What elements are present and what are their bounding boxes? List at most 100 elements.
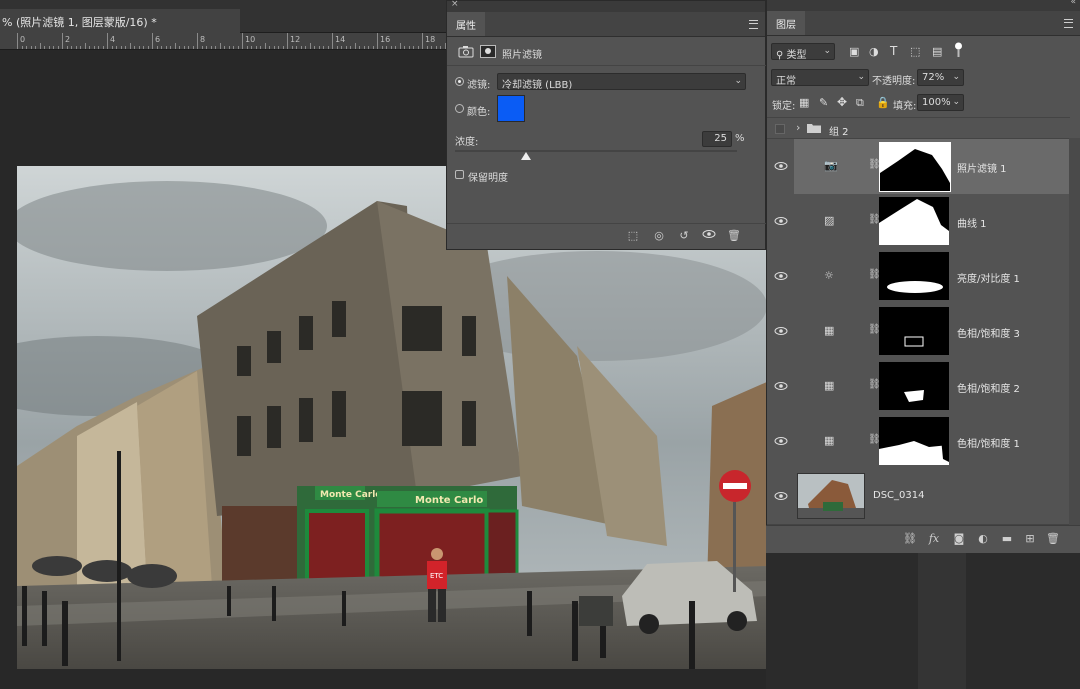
layer-row[interactable]: ☼ ⛓ 亮度/对比度 1 [767, 249, 1070, 305]
visibility-eye-icon[interactable] [774, 326, 788, 336]
ruler-tick [426, 46, 428, 49]
link-layers-icon[interactable]: ⛓ [903, 532, 917, 546]
lock-paint-icon[interactable]: ✎ [819, 96, 828, 109]
layer-mask-thumbnail[interactable] [879, 252, 949, 300]
filter-shape-icon[interactable]: ⬚ [910, 45, 920, 58]
ruler-tick [89, 46, 90, 49]
group-row[interactable]: › 组 2 [767, 117, 1070, 139]
visibility-eye-icon[interactable] [774, 491, 788, 501]
opacity-input[interactable]: 72% ⌄ [917, 69, 964, 86]
layer-kind-filter[interactable]: ⚲ 类型 ⌄ [771, 43, 835, 61]
visibility-toggle-empty[interactable] [775, 124, 785, 134]
color-radio[interactable] [455, 104, 464, 113]
tab-layers[interactable]: 图层 [767, 11, 805, 35]
ruler-tick [210, 46, 212, 49]
close-icon[interactable]: × [451, 0, 459, 9]
brightness-icon[interactable]: ☼ [824, 269, 838, 282]
filter-adjustment-icon[interactable]: ◑ [869, 45, 879, 58]
layer-mask-thumbnail[interactable] [879, 417, 949, 465]
visibility-eye-icon[interactable] [700, 229, 718, 243]
layer-mask-thumbnail[interactable] [879, 362, 949, 410]
new-layer-icon[interactable]: ⊞ [1023, 532, 1037, 546]
collapse-icon[interactable]: « [1070, 0, 1076, 7]
blend-mode-dropdown[interactable]: 正常 ⌄ [771, 69, 869, 87]
layer-row[interactable]: 📷 ⛓ 照片滤镜 1 [767, 139, 1070, 195]
density-input[interactable]: 25 [702, 131, 732, 147]
layer-name: 照片滤镜 1 [957, 164, 1007, 175]
density-slider-track[interactable] [455, 150, 737, 152]
lock-all-icon[interactable]: 🔒 [876, 96, 890, 109]
ruler-tick [102, 46, 104, 49]
layer-mask-thumbnail[interactable] [879, 307, 949, 355]
store-sign-left: Monte Carlo [320, 490, 381, 500]
add-mask-icon[interactable]: ◙ [952, 532, 966, 546]
layer-thumbnail[interactable] [797, 473, 865, 519]
document-tab[interactable]: % (照片滤镜 1, 图层蒙版/16) * [0, 9, 240, 33]
view-previous-icon[interactable]: ◎ [650, 229, 668, 243]
fx-icon[interactable]: fx [927, 532, 941, 546]
filter-smart-object-icon[interactable]: ▤ [932, 45, 942, 58]
visibility-eye-icon[interactable] [774, 161, 788, 171]
fill-input[interactable]: 100% ⌄ [917, 94, 964, 111]
panel-menu-icon[interactable] [1064, 19, 1073, 28]
link-icon[interactable]: ⛓ [868, 434, 881, 447]
ruler-tick [372, 46, 374, 49]
hue-saturation-icon[interactable]: ▦ [824, 379, 838, 392]
filter-pixel-icon[interactable]: ▣ [849, 45, 859, 58]
lock-transparent-icon[interactable]: ▦ [799, 96, 809, 109]
link-icon[interactable]: ⛓ [868, 214, 881, 227]
visibility-eye-icon[interactable] [774, 381, 788, 391]
reset-icon[interactable]: ↺ [675, 229, 693, 243]
ruler-tick [21, 46, 23, 49]
filter-radio[interactable] [455, 77, 464, 86]
layer-mask-thumbnail[interactable] [879, 142, 951, 192]
clip-to-layer-icon[interactable]: ⬚ [624, 229, 642, 243]
filter-dropdown[interactable]: 冷却滤镜 (LBB) ⌄ [497, 73, 746, 91]
lock-position-icon[interactable]: ✥ [837, 95, 847, 109]
mask-icon[interactable] [480, 45, 496, 58]
visibility-eye-icon[interactable] [774, 436, 788, 446]
density-slider-thumb[interactable] [520, 152, 531, 160]
camera-icon[interactable]: 📷 [824, 159, 838, 172]
visibility-eye-icon[interactable] [774, 271, 788, 281]
link-icon[interactable]: ⛓ [868, 159, 881, 172]
filter-toggle-icon[interactable] [955, 42, 962, 57]
ruler-tick [282, 46, 284, 49]
link-icon[interactable]: ⛓ [868, 379, 881, 392]
lock-artboard-icon[interactable]: ⧉ [856, 96, 864, 110]
horizontal-ruler[interactable]: 0 2 4 6 8 10 12 14 16 18 [0, 33, 446, 50]
color-swatch[interactable] [497, 95, 525, 122]
ruler-tick [26, 46, 27, 49]
filter-type-icon[interactable]: T [890, 44, 897, 58]
camera-icon [458, 45, 474, 58]
link-icon[interactable]: ⛓ [868, 269, 881, 282]
ruler-tick [35, 46, 36, 49]
layer-row[interactable]: DSC_0314 [767, 469, 1070, 525]
ruler-tick [183, 46, 185, 49]
preserve-luminosity-label: 保留明度 [468, 173, 508, 184]
layer-row[interactable]: ▨ ⛓ 曲线 1 [767, 194, 1070, 250]
panel-menu-icon[interactable] [749, 20, 758, 29]
chevron-down-icon: ⌄ [857, 72, 865, 82]
ruler-tick [201, 46, 203, 49]
new-group-icon[interactable]: ▬ [1000, 532, 1014, 546]
layer-row[interactable]: ▦ ⛓ 色相/饱和度 1 [767, 414, 1070, 470]
preserve-luminosity-checkbox[interactable] [455, 170, 464, 179]
new-adjustment-icon[interactable]: ◐ [976, 532, 990, 546]
chevron-right-icon[interactable]: › [796, 121, 800, 134]
layer-mask-thumbnail[interactable] [879, 197, 949, 245]
ruler-tick [224, 46, 225, 49]
visibility-eye-icon[interactable] [774, 216, 788, 226]
trash-icon[interactable]: 🗑 [1046, 532, 1060, 546]
properties-footer [447, 223, 767, 250]
ruler-tick [17, 33, 18, 49]
trash-icon[interactable]: 🗑 [725, 229, 743, 243]
layers-scrollbar[interactable] [1069, 138, 1080, 553]
layer-row[interactable]: ▦ ⛓ 色相/饱和度 2 [767, 359, 1070, 415]
hue-saturation-icon[interactable]: ▦ [824, 324, 838, 337]
layer-row[interactable]: ▦ ⛓ 色相/饱和度 3 [767, 304, 1070, 360]
link-icon[interactable]: ⛓ [868, 324, 881, 337]
hue-saturation-icon[interactable]: ▦ [824, 434, 838, 447]
tab-properties[interactable]: 属性 [447, 12, 485, 36]
curves-icon[interactable]: ▨ [824, 214, 838, 227]
